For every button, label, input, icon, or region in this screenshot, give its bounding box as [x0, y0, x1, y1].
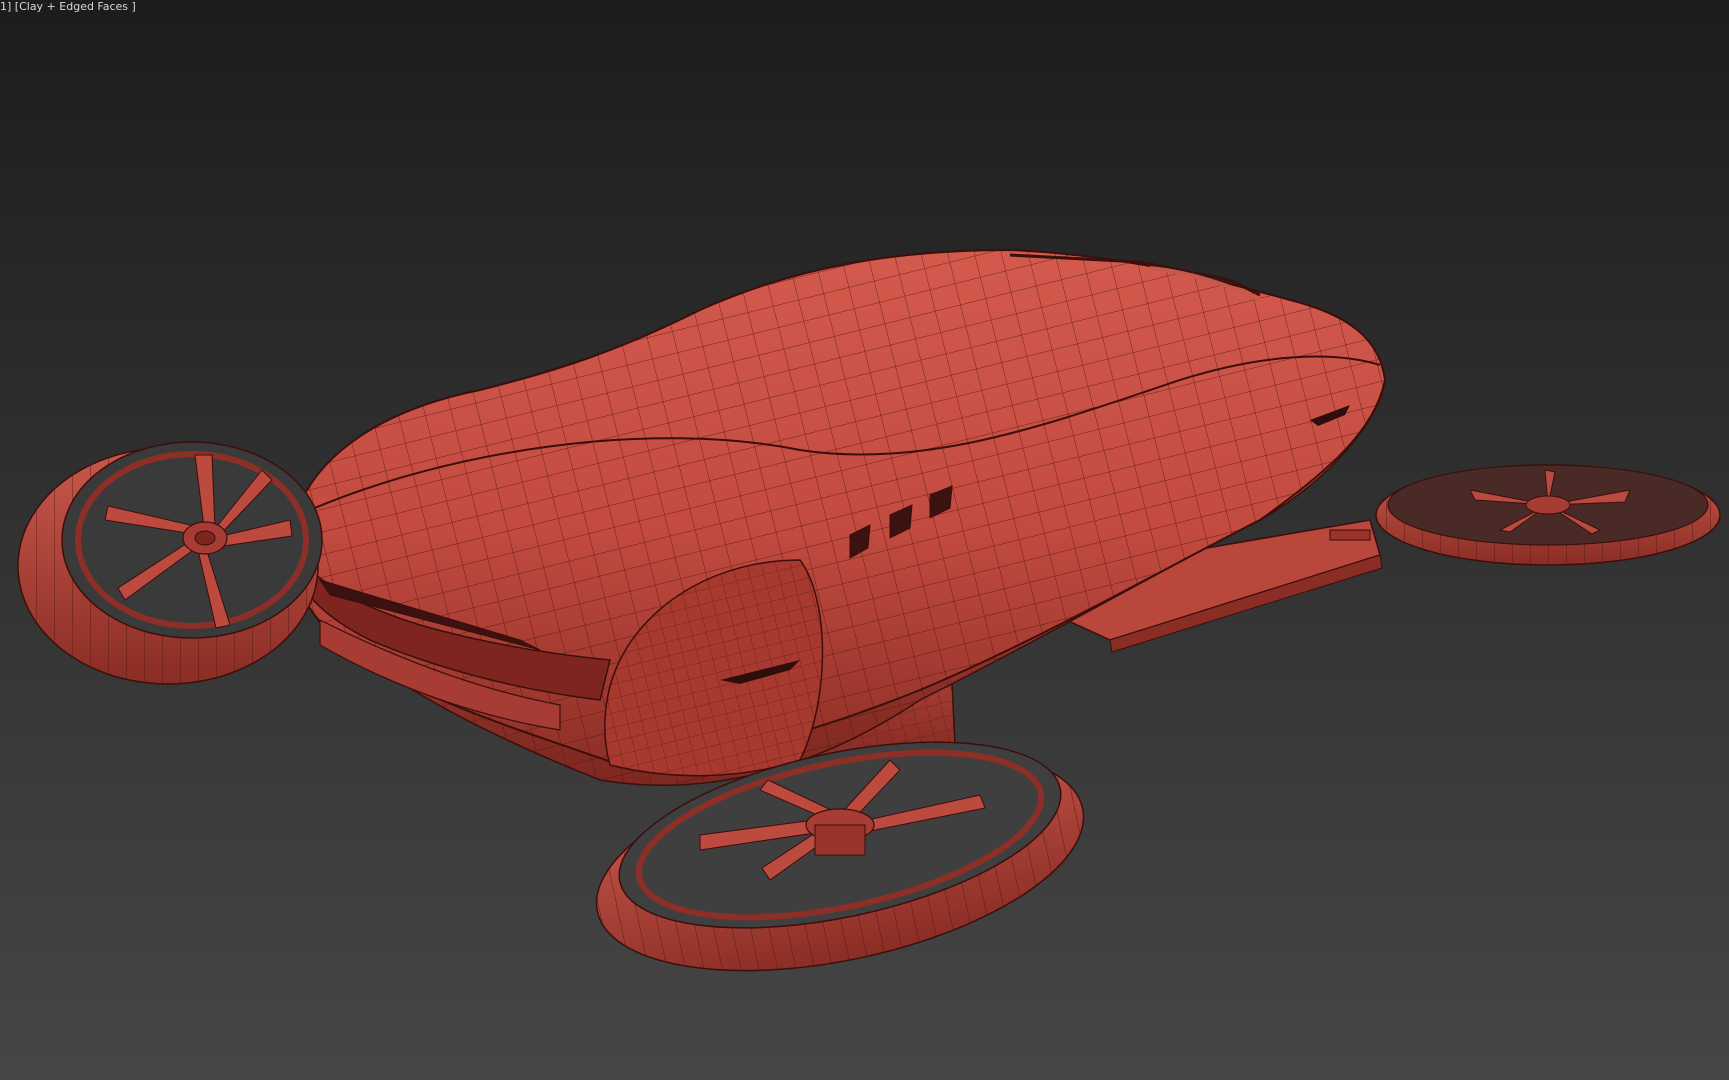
rear-right-rotor[interactable]: [1375, 464, 1721, 566]
viewport-perspective[interactable]: 1] [Clay + Edged Faces ]: [0, 0, 1729, 1080]
scene-canvas[interactable]: [0, 0, 1729, 1080]
front-left-rotor[interactable]: [17, 441, 323, 685]
